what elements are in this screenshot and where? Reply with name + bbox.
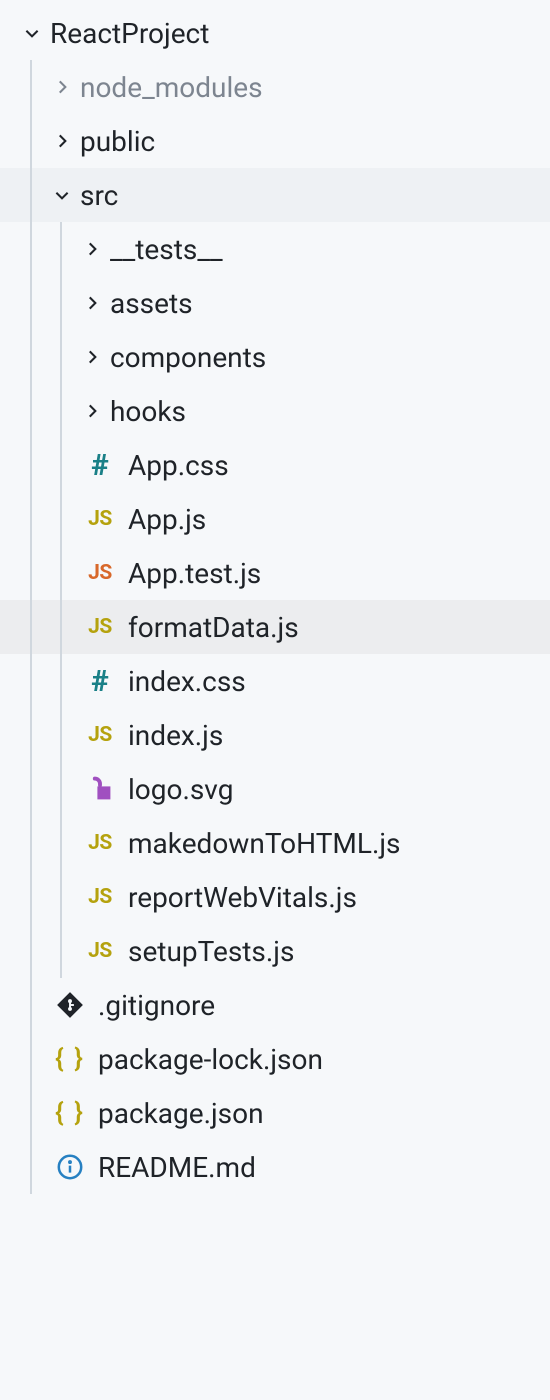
tree-label: package.json [98, 1097, 264, 1130]
js-test-file-icon: JS [82, 555, 118, 591]
tree-label: src [80, 179, 118, 212]
json-file-icon: { } [52, 1095, 88, 1131]
tree-label: components [110, 341, 266, 374]
tree-label: makedownToHTML.js [128, 827, 400, 860]
tree-folder-root[interactable]: ReactProject [0, 6, 550, 60]
info-file-icon [52, 1149, 88, 1185]
tree-file-logo-svg[interactable]: logo.svg [0, 762, 550, 816]
file-tree: ReactProject node_modules public src __t… [0, 0, 550, 1194]
tree-label: App.js [128, 503, 206, 536]
chevron-right-icon [52, 77, 72, 97]
chevron-right-icon [82, 239, 102, 259]
js-file-icon: JS [82, 825, 118, 861]
tree-folder-public[interactable]: public [0, 114, 550, 168]
tree-folder-src[interactable]: src [0, 168, 550, 222]
tree-label: setupTests.js [128, 935, 294, 968]
tree-file-app-test-js[interactable]: JS App.test.js [0, 546, 550, 600]
css-file-icon: # [82, 447, 118, 483]
chevron-right-icon [82, 401, 102, 421]
tree-file-setuptests-js[interactable]: JS setupTests.js [0, 924, 550, 978]
tree-label: reportWebVitals.js [128, 881, 357, 914]
chevron-right-icon [82, 347, 102, 367]
js-file-icon: JS [82, 879, 118, 915]
js-file-icon: JS [82, 933, 118, 969]
tree-file-reportwebvitals-js[interactable]: JS reportWebVitals.js [0, 870, 550, 924]
tree-file-markdown-js[interactable]: JS makedownToHTML.js [0, 816, 550, 870]
tree-folder-assets[interactable]: assets [0, 276, 550, 330]
tree-label: package-lock.json [98, 1043, 323, 1076]
tree-folder-components[interactable]: components [0, 330, 550, 384]
js-file-icon: JS [82, 609, 118, 645]
tree-file-gitignore[interactable]: .gitignore [0, 978, 550, 1032]
tree-label: node_modules [80, 71, 263, 104]
tree-file-app-css[interactable]: # App.css [0, 438, 550, 492]
tree-file-app-js[interactable]: JS App.js [0, 492, 550, 546]
chevron-down-icon [52, 185, 72, 205]
tree-file-package-json[interactable]: { } package.json [0, 1086, 550, 1140]
tree-file-package-lock[interactable]: { } package-lock.json [0, 1032, 550, 1086]
tree-label: public [80, 125, 155, 158]
tree-label: App.test.js [128, 557, 261, 590]
tree-file-formatdata-js[interactable]: JS formatData.js [0, 600, 550, 654]
tree-file-readme[interactable]: README.md [0, 1140, 550, 1194]
tree-label: logo.svg [128, 773, 233, 806]
chevron-down-icon [22, 23, 42, 43]
tree-label: index.css [128, 665, 246, 698]
tree-folder-hooks[interactable]: hooks [0, 384, 550, 438]
chevron-right-icon [52, 131, 72, 151]
tree-folder-tests[interactable]: __tests__ [0, 222, 550, 276]
svg-file-icon [82, 771, 118, 807]
tree-label: formatData.js [128, 611, 299, 644]
tree-label: hooks [110, 395, 186, 428]
tree-file-index-css[interactable]: # index.css [0, 654, 550, 708]
tree-label: README.md [98, 1151, 256, 1184]
tree-label: __tests__ [110, 233, 223, 266]
tree-folder-node-modules[interactable]: node_modules [0, 60, 550, 114]
tree-file-index-js[interactable]: JS index.js [0, 708, 550, 762]
git-file-icon [52, 987, 88, 1023]
tree-label: index.js [128, 719, 223, 752]
tree-label: ReactProject [50, 17, 209, 50]
chevron-right-icon [82, 293, 102, 313]
tree-label: App.css [128, 449, 229, 482]
json-file-icon: { } [52, 1041, 88, 1077]
js-file-icon: JS [82, 501, 118, 537]
js-file-icon: JS [82, 717, 118, 753]
css-file-icon: # [82, 663, 118, 699]
tree-label: .gitignore [98, 989, 215, 1022]
tree-label: assets [110, 287, 193, 320]
